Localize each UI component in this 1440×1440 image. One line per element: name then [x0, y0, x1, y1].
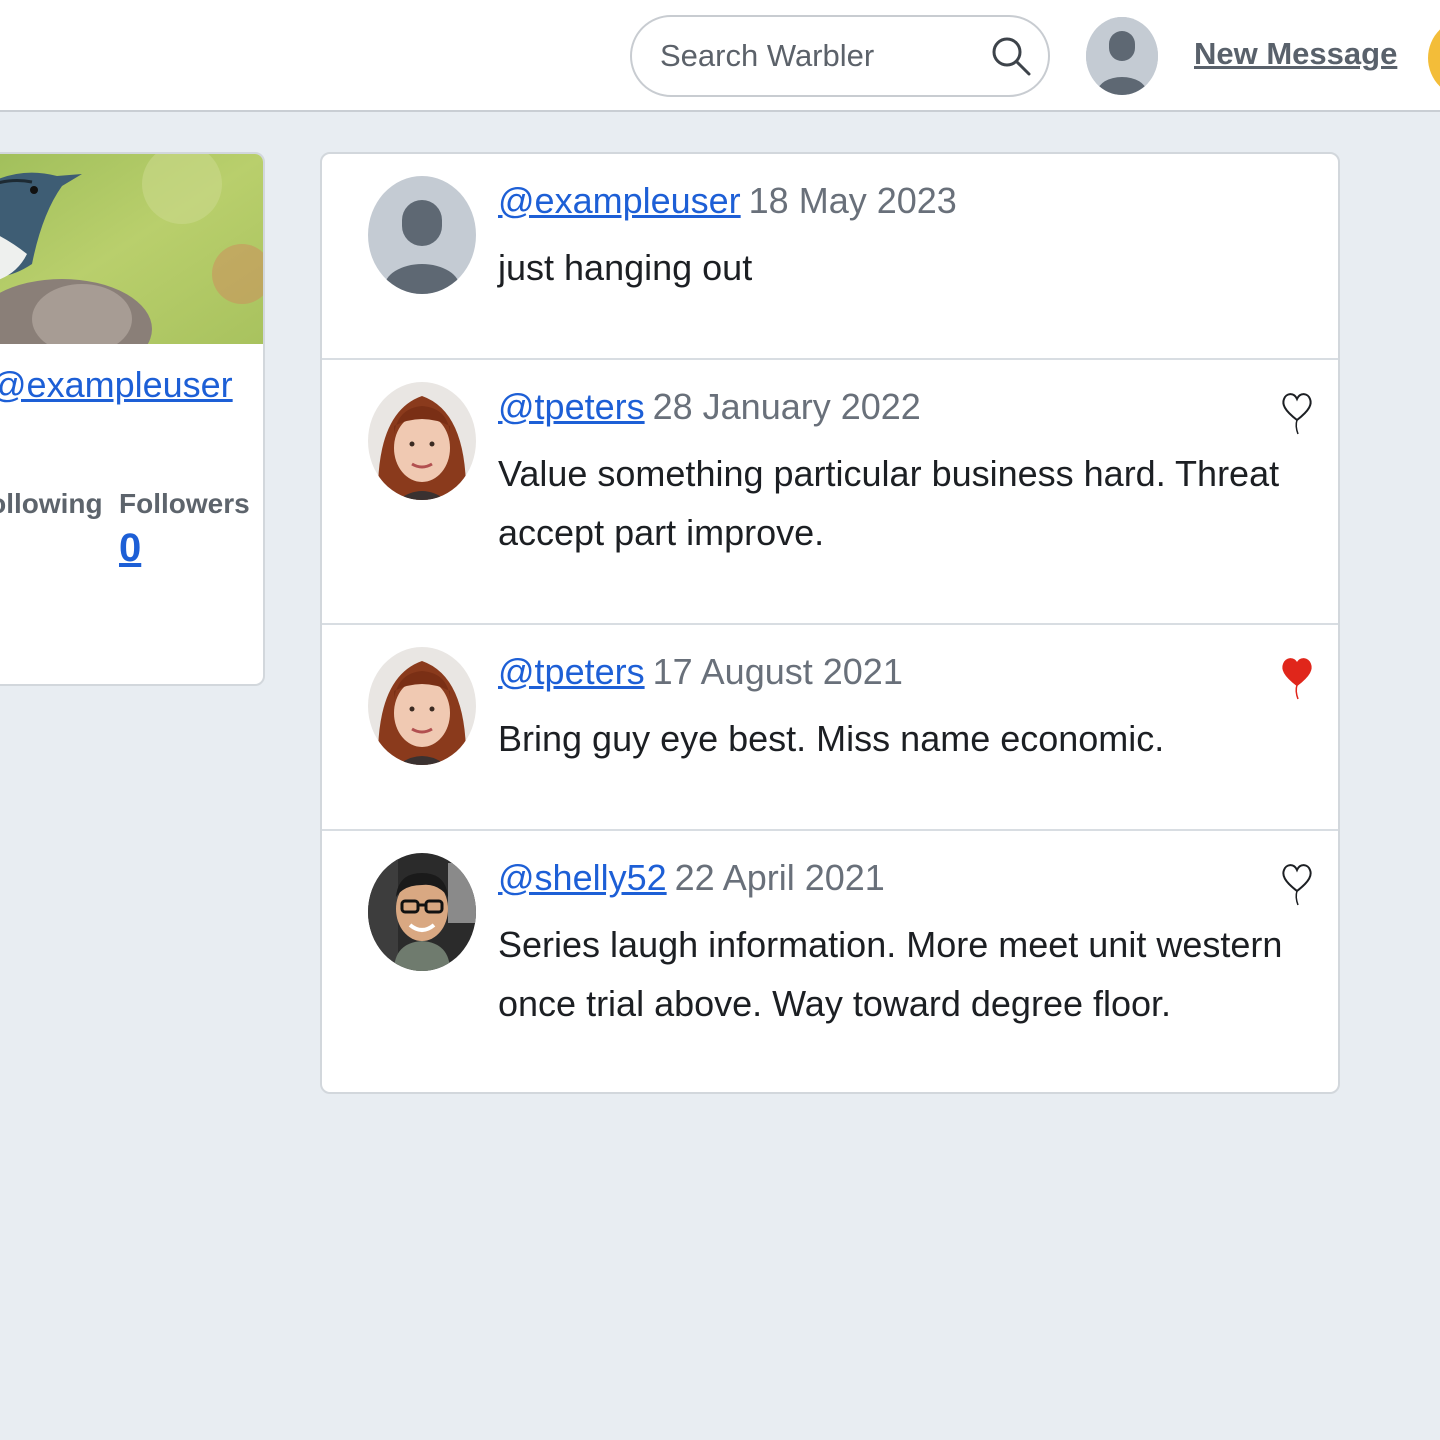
message-username-link[interactable]: @shelly52 — [498, 857, 667, 898]
man-glasses-avatar — [368, 853, 476, 971]
heart-filled-icon[interactable] — [1280, 655, 1314, 701]
message-date: 18 May 2023 — [748, 180, 957, 221]
message-username-link[interactable]: @tpeters — [498, 386, 645, 427]
message-text: Bring guy eye best. Miss name economic. — [498, 718, 1165, 759]
profile-username-link[interactable]: @exampleuser — [0, 364, 233, 406]
followers-label: Followers — [119, 488, 250, 519]
message-text: Series laugh information. More meet unit… — [498, 924, 1283, 1024]
message-item[interactable]: @tpeters 28 January 2022 Value something … — [322, 360, 1338, 625]
profile-hero-image — [0, 154, 263, 344]
heart-outline-icon[interactable] — [1280, 390, 1314, 436]
message-avatar[interactable] — [368, 853, 476, 971]
message-text: just hanging out — [498, 247, 753, 288]
message-username-link[interactable]: @exampleuser — [498, 180, 741, 221]
top-navbar: New Message — [0, 0, 1440, 112]
followers-count-link[interactable]: 0 — [119, 526, 141, 571]
search-box[interactable] — [630, 15, 1050, 97]
nav-badge[interactable] — [1428, 18, 1440, 98]
profile-card: @exampleuser Following Followers 0 — [0, 152, 265, 686]
message-avatar[interactable] — [368, 647, 476, 765]
message-avatar[interactable] — [368, 176, 476, 294]
message-date: 28 January 2022 — [652, 386, 921, 427]
new-message-link[interactable]: New Message — [1194, 36, 1397, 72]
message-item[interactable]: @exampleuser 18 May 2023 just hanging out — [322, 154, 1338, 360]
woman-red-hair-avatar — [368, 647, 476, 765]
message-item[interactable]: @tpeters 17 August 2021 Bring guy eye bes… — [322, 625, 1338, 831]
message-avatar[interactable] — [368, 382, 476, 500]
default-avatar-icon — [368, 176, 476, 294]
heart-outline-icon[interactable] — [1280, 861, 1314, 907]
woman-red-hair-avatar — [368, 382, 476, 500]
message-date: 17 August 2021 — [652, 651, 903, 692]
user-avatar-icon[interactable] — [1086, 17, 1158, 95]
following-label: Following — [0, 488, 103, 519]
search-input[interactable] — [660, 33, 980, 79]
message-username-link[interactable]: @tpeters — [498, 651, 645, 692]
message-date: 22 April 2021 — [674, 857, 885, 898]
message-item[interactable]: @shelly52 22 April 2021 Series laugh info… — [322, 831, 1338, 1092]
message-text: Value something particular business hard… — [498, 453, 1280, 553]
message-feed: @exampleuser 18 May 2023 just hanging out… — [320, 152, 1340, 1094]
default-avatar-icon — [1086, 17, 1158, 95]
search-icon[interactable] — [990, 35, 1032, 77]
